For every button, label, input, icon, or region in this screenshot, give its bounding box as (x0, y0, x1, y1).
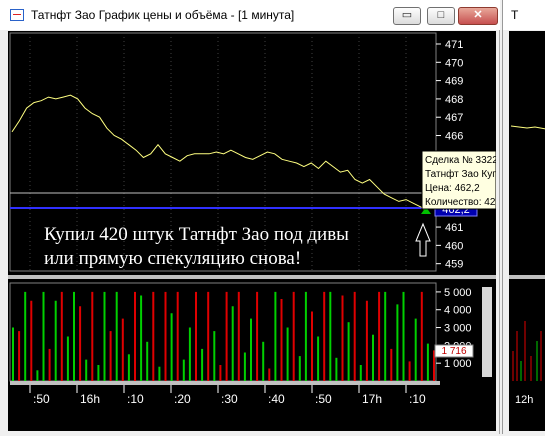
time-tick-label: :30 (221, 392, 238, 406)
trade-tooltip: Сделка № 3322178346 Татнфт Зао Купля Цен… (421, 150, 532, 210)
title-bar[interactable]: Татнфт Зао График цены и объёма - [1 мин… (0, 0, 500, 30)
horizontal-scrollbar[interactable] (10, 381, 440, 385)
time-tick-label: :20 (174, 392, 191, 406)
second-price-line (510, 125, 545, 130)
panel-splitter[interactable] (8, 275, 496, 279)
tooltip-deal: Сделка № 3322178346 (425, 155, 496, 166)
volume-axis: 5 0004 0003 0002 0001 000 (436, 287, 472, 370)
time-tick-label: :40 (268, 392, 285, 406)
tooltip-side: Татнфт Зао Купля (425, 168, 496, 180)
second-window-title: Т (511, 8, 519, 22)
arrow-up-icon (415, 222, 431, 257)
second-splitter (509, 275, 545, 279)
price-tick-label: 468 (445, 94, 463, 106)
volume-scrollbar[interactable] (482, 287, 492, 377)
price-tick-label: 471 (445, 39, 463, 51)
price-tick-label: 460 (445, 240, 463, 252)
second-title-bar[interactable]: Т (503, 0, 545, 30)
time-tick-label: 17h (362, 392, 382, 406)
chart-window: Татнфт Зао График цены и объёма - [1 мин… (0, 0, 532, 434)
second-chart-svg: 12h (509, 125, 545, 406)
time-tick-label: :10 (409, 392, 426, 406)
chart-app-icon (10, 9, 24, 21)
price-tick-label: 466 (445, 131, 463, 143)
close-button[interactable]: ✕ (458, 7, 498, 25)
tooltip-qty: Количество: 420 (425, 197, 496, 208)
window-title: Татнфт Зао График цены и объёма - [1 мин… (31, 8, 295, 22)
second-chart-area: 12h (509, 31, 545, 431)
volume-tick-label: 1 000 (444, 358, 472, 370)
annotation-line-1: Купил 420 штук Татнфт Зао под дивы (44, 224, 349, 245)
volume-tick-label: 5 000 (444, 287, 472, 299)
price-tick-label: 469 (445, 76, 463, 88)
second-time-label: 12h (515, 394, 533, 406)
price-tick-label: 461 (445, 222, 463, 234)
volume-tick-label: 4 000 (444, 305, 472, 317)
price-tick-label: 470 (445, 57, 463, 69)
price-line (11, 94, 429, 213)
time-tick-label: :10 (127, 392, 144, 406)
chart-svg[interactable]: 471470469468467466465464463461460459 462… (8, 31, 532, 431)
chart-area[interactable]: 471470469468467466465464463461460459 462… (8, 31, 532, 431)
time-tick-label: :50 (33, 392, 50, 406)
time-tick-label: :50 (315, 392, 332, 406)
annotation-line-2: или прямую спекуляцию снова! (44, 248, 301, 269)
maximize-button[interactable]: □ (427, 7, 455, 25)
price-tick-label: 467 (445, 112, 463, 124)
current-volume-label: 1 716 (441, 346, 466, 357)
price-tick-label: 459 (445, 259, 463, 271)
tooltip-price: Цена: 462,2 (425, 183, 480, 194)
minimize-button[interactable]: ▭ (393, 7, 421, 25)
second-window[interactable]: Т 12h (502, 0, 545, 434)
volume-bars (12, 291, 435, 381)
volume-tick-label: 3 000 (444, 323, 472, 335)
time-tick-label: 16h (80, 392, 100, 406)
